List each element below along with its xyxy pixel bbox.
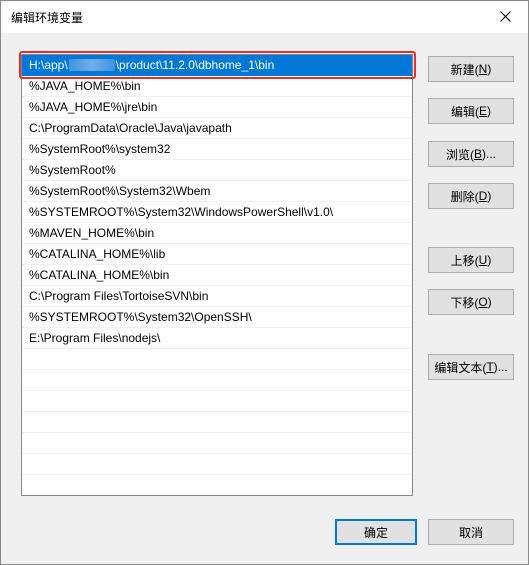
cancel-button[interactable]: 取消 [428,519,514,545]
empty-list-row[interactable] [22,349,412,370]
edit-button[interactable]: 编辑(E) [428,98,514,124]
new-button[interactable]: 新建(N) [428,56,514,82]
list-item[interactable]: %SYSTEMROOT%\System32\WindowsPowerShell\… [22,202,412,223]
edit-text-button-suffix: )... [493,360,508,374]
move-down-button-label: 下移( [450,295,479,310]
ok-button[interactable]: 确定 [335,519,417,545]
path-prefix: H:\app\ [29,58,68,72]
list-item[interactable]: %CATALINA_HOME%\bin [22,265,412,286]
delete-button-accel: D [478,189,488,203]
list-item[interactable]: %SystemRoot%\system32 [22,139,412,160]
move-up-button[interactable]: 上移(U) [428,247,514,273]
new-button-suffix: ) [487,62,492,76]
list-item-text: %SystemRoot% [29,163,116,177]
list-item-text: %MAVEN_HOME%\bin [29,226,155,240]
path-list[interactable]: H:\app\ \product\11.2.0\dbhome_1\bin %JAVA… [21,54,413,496]
empty-list-row[interactable] [22,433,412,454]
list-item-text: %CATALINA_HOME%\lib [29,247,166,261]
edit-button-label: 编辑( [450,104,479,119]
delete-button[interactable]: 删除(D) [428,183,514,209]
edit-text-button[interactable]: 编辑文本(T)... [428,354,514,380]
list-item[interactable]: E:\Program Files\nodejs\ [22,328,412,349]
list-item-text: %SYSTEMROOT%\System32\WindowsPowerShell\… [29,205,334,219]
list-item-text: C:\ProgramData\Oracle\Java\javapath [29,121,232,135]
move-down-button[interactable]: 下移(O) [428,289,514,315]
list-item[interactable]: %JAVA_HOME%\jre\bin [22,97,412,118]
title-bar[interactable]: 编辑环境变量 [1,1,528,33]
list-item-text: H:\app\ \product\11.2.0\dbhome_1\bin [29,58,274,72]
list-item-text: %CATALINA_HOME%\bin [29,268,170,282]
close-button[interactable] [482,1,528,32]
delete-button-label: 删除( [450,189,479,204]
browse-button-suffix: )... [482,147,496,161]
empty-list-row[interactable] [22,391,412,412]
list-item-selected[interactable]: H:\app\ \product\11.2.0\dbhome_1\bin [22,55,412,76]
browse-button[interactable]: 浏览(B)... [428,141,514,167]
move-down-button-accel: O [478,295,488,309]
browse-button-accel: B [473,147,482,161]
edit-text-button-accel: T [486,360,494,374]
list-item[interactable]: %SystemRoot%\System32\Wbem [22,181,412,202]
list-item[interactable]: %SystemRoot% [22,160,412,181]
edit-text-button-label: 编辑文本( [434,360,487,375]
browse-button-label: 浏览( [445,147,474,162]
empty-list-row[interactable] [22,454,412,475]
dialog-title: 编辑环境变量 [11,11,84,25]
list-item-text: %JAVA_HOME%\jre\bin [29,100,158,114]
delete-button-suffix: ) [487,189,492,203]
move-up-button-accel: U [478,253,488,267]
list-item[interactable]: %MAVEN_HOME%\bin [22,223,412,244]
list-item-text: %SYSTEMROOT%\System32\OpenSSH\ [29,310,252,324]
edit-button-accel: E [478,104,487,118]
move-down-button-suffix: ) [487,295,492,309]
list-item[interactable]: C:\ProgramData\Oracle\Java\javapath [22,118,412,139]
path-suffix: \product\11.2.0\dbhome_1\bin [115,58,275,72]
empty-list-row[interactable] [22,412,412,433]
move-up-button-label: 上移( [450,253,479,268]
list-item-text: %JAVA_HOME%\bin [29,79,141,93]
edit-env-var-dialog: 编辑环境变量 H:\app\ \product\11.2.0\dbhome_1\b… [0,0,529,565]
list-item-text: C:\Program Files\TortoiseSVN\bin [29,289,209,303]
empty-list-row[interactable] [22,475,412,495]
list-item-text: E:\Program Files\nodejs\ [29,331,161,345]
list-item[interactable]: %SYSTEMROOT%\System32\OpenSSH\ [22,307,412,328]
list-item[interactable]: C:\Program Files\TortoiseSVN\bin [22,286,412,307]
redacted-segment [68,59,115,71]
empty-list-row[interactable] [22,370,412,391]
ok-button-label: 确定 [363,525,388,540]
new-button-label: 新建( [450,62,479,77]
new-button-accel: N [478,62,488,76]
list-item[interactable]: %JAVA_HOME%\bin [22,76,412,97]
cancel-button-label: 取消 [458,525,483,540]
list-item[interactable]: %CATALINA_HOME%\lib [22,244,412,265]
edit-button-suffix: ) [487,104,491,118]
list-item-text: %SystemRoot%\System32\Wbem [29,184,211,198]
list-item-text: %SystemRoot%\system32 [29,142,171,156]
move-up-button-suffix: ) [487,253,492,267]
close-icon [499,11,511,22]
